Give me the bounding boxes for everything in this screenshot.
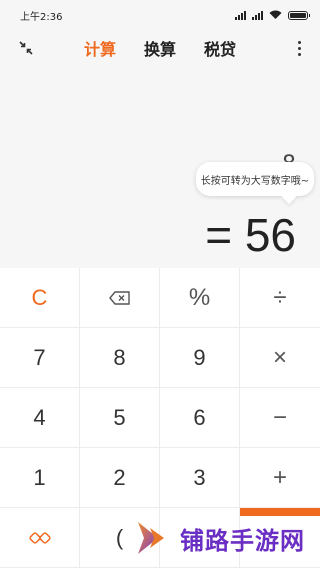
plus-key[interactable]: + <box>240 448 320 508</box>
signal-icon-2 <box>252 10 263 20</box>
result-text[interactable]: = 56 <box>205 208 296 262</box>
calculator-display: 8 长按可转为大写数字哦~ = 56 <box>0 66 320 268</box>
tab-convert[interactable]: 换算 <box>144 36 176 60</box>
top-bar: 计算 换算 税贷 <box>0 30 320 66</box>
digit-3-key[interactable]: 3 <box>160 448 240 508</box>
digit-2-key[interactable]: 2 <box>80 448 160 508</box>
more-menu-icon[interactable] <box>292 38 306 58</box>
wifi-icon <box>269 10 282 19</box>
signal-icon <box>235 10 246 20</box>
digit-6-key[interactable]: 6 <box>160 388 240 448</box>
battery-icon <box>288 10 310 20</box>
status-icons <box>235 10 310 20</box>
tab-calculate[interactable]: 计算 <box>84 36 116 60</box>
digit-5-key[interactable]: 5 <box>80 388 160 448</box>
multiply-key[interactable]: × <box>240 328 320 388</box>
tab-tax-loan[interactable]: 税贷 <box>204 36 236 60</box>
digit-1-key[interactable]: 1 <box>0 448 80 508</box>
backspace-key[interactable] <box>80 268 160 328</box>
digit-9-key[interactable]: 9 <box>160 328 240 388</box>
status-bar: 上午2:36 <box>0 0 320 30</box>
mode-tabs: 计算 换算 税贷 <box>0 30 320 66</box>
digit-8-key[interactable]: 8 <box>80 328 160 388</box>
digit-4-key[interactable]: 4 <box>0 388 80 448</box>
minus-key[interactable]: − <box>240 388 320 448</box>
tooltip-hint: 长按可转为大写数字哦~ <box>196 162 314 196</box>
swap-mode-icon <box>28 531 51 544</box>
switch-mode-key[interactable] <box>0 508 80 568</box>
status-time: 上午2:36 <box>20 11 63 23</box>
watermark: 铺路手游网 <box>130 512 320 564</box>
percent-key[interactable]: % <box>160 268 240 328</box>
digit-7-key[interactable]: 7 <box>0 328 80 388</box>
divide-key[interactable]: ÷ <box>240 268 320 328</box>
watermark-text: 铺路手游网 <box>180 526 305 555</box>
backspace-icon <box>108 290 130 305</box>
watermark-logo-icon <box>138 522 164 554</box>
clear-key[interactable]: C <box>0 268 80 328</box>
